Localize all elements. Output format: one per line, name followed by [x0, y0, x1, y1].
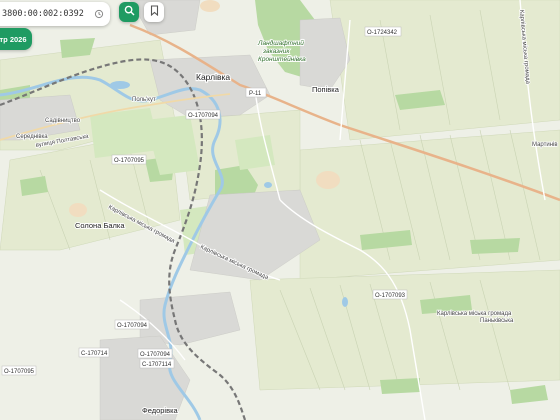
svg-text:О-1707093: О-1707093 [375, 293, 406, 299]
hromada-label-3: Карлівська міська громада [437, 311, 512, 317]
search-bar[interactable]: 3800:00:002:0392 [0, 2, 110, 26]
bookmark-button[interactable] [144, 2, 164, 22]
svg-text:С-1707114: С-1707114 [142, 362, 172, 368]
place-label-fedorivka: Федорівка [142, 406, 179, 415]
svg-text:О-1707095: О-1707095 [4, 369, 35, 375]
svg-text:О-1707094: О-1707094 [140, 352, 171, 358]
search-button[interactable] [119, 2, 139, 22]
svg-text:заказник: заказник [262, 48, 290, 55]
bookmark-icon [150, 3, 159, 21]
place-label-serednivka: Середнівка [16, 134, 48, 140]
road-shield-o1707094-top: О-1707094 [185, 109, 221, 120]
road-shield-o1724342: О-1724342 [364, 26, 402, 37]
road-shield-o1707094-mid: О-1707094 [114, 319, 150, 330]
svg-text:Ландшафтний: Ландшафтний [257, 39, 304, 47]
history-icon[interactable] [92, 7, 106, 21]
place-label-poloi-kut: Поль'кут [132, 97, 156, 103]
svg-text:Кронштейнівка: Кронштейнівка [258, 55, 306, 63]
road-shield-o1707095-low: О-1707095 [1, 365, 37, 376]
svg-text:О-1707094: О-1707094 [117, 323, 148, 329]
date-badge[interactable]: тр 2026 [0, 28, 32, 50]
svg-text:О-1707094: О-1707094 [188, 113, 219, 119]
road-shield-o1707095-left: О-1707095 [111, 154, 147, 165]
road-shield-o1707093: О-1707093 [372, 289, 408, 300]
road-shield-c1707114: С-1707114 [139, 358, 175, 369]
road-shield-c170714: С-170714 [78, 347, 110, 358]
place-label-pankivska: Паньківська [480, 318, 514, 324]
place-label-karlivka: Карлівка [196, 72, 230, 82]
place-label-sadivnyk: Садівництво [45, 118, 81, 124]
svg-text:С-170714: С-170714 [81, 351, 108, 357]
road-shield-o1707094-low: О-1707094 [137, 348, 173, 359]
svg-text:О-1707095: О-1707095 [114, 158, 145, 164]
place-label-popivka: Попівка [312, 85, 340, 94]
place-label-martynivka: Мартинів [532, 142, 558, 148]
road-shield-r11: Р-11 [245, 87, 267, 98]
search-icon [124, 3, 135, 21]
svg-text:О-1724342: О-1724342 [367, 30, 398, 36]
search-input[interactable]: 3800:00:002:0392 [0, 9, 92, 19]
svg-text:Р-11: Р-11 [249, 91, 262, 97]
place-label-solona-balka: Солона Балка [75, 221, 125, 230]
map-canvas[interactable]: Карлівка Попівка Солона Балка Федорівка … [0, 0, 560, 420]
